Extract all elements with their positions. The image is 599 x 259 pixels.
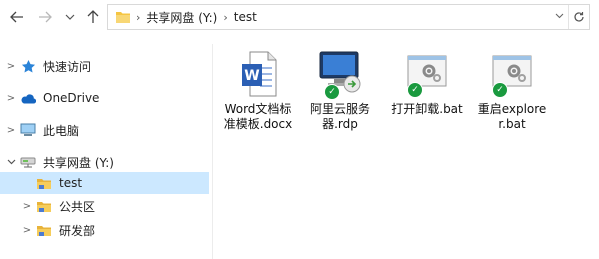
refresh-button[interactable]	[568, 5, 589, 29]
nav-item-onedrive[interactable]: > OneDrive	[3, 87, 100, 109]
nav-item-label: test	[59, 176, 83, 190]
chevron-right-icon[interactable]: >	[3, 61, 19, 72]
refresh-icon	[574, 12, 584, 22]
remote-desktop-icon: ✓	[312, 50, 368, 100]
folder-icon	[35, 222, 53, 238]
nav-item-label: 快速访问	[43, 59, 92, 74]
pane-divider[interactable]	[212, 44, 213, 259]
word-document-icon: W	[230, 50, 286, 98]
nav-item-label: 共享网盘 (Y:)	[43, 155, 114, 170]
nav-item-shared-drive[interactable]: 共享网盘 (Y:)	[3, 151, 114, 173]
nav-item-label: OneDrive	[43, 91, 100, 105]
chevron-right-icon[interactable]: >	[3, 125, 19, 136]
network-drive-icon	[19, 154, 37, 170]
back-button[interactable]	[9, 9, 25, 25]
file-item-rdp[interactable]: ✓ 阿里云服务器.rdp	[304, 50, 376, 132]
nav-item-label: 公共区	[59, 199, 96, 214]
chevron-down-icon[interactable]	[3, 157, 19, 168]
file-name: 阿里云服务器.rdp	[309, 102, 370, 131]
file-item-bat-uninstall[interactable]: ✓ 打开卸载.bat	[391, 50, 463, 117]
svg-text:W: W	[244, 68, 259, 84]
address-box[interactable]: › 共享网盘 (Y:) › test	[107, 4, 590, 30]
nav-item-this-pc[interactable]: > 此电脑	[3, 119, 79, 141]
nav-item-public-area[interactable]: > 公共区	[19, 195, 95, 217]
address-history-dropdown[interactable]	[550, 12, 568, 22]
folder-icon	[35, 198, 53, 214]
chevron-down-icon	[555, 13, 563, 19]
file-name: 重启explorer.bat	[477, 102, 547, 131]
up-button[interactable]	[85, 9, 101, 25]
address-actions	[550, 5, 589, 29]
recent-locations-button[interactable]	[62, 9, 78, 25]
file-item-bat-restart-explorer[interactable]: ✓ 重启explorer.bat	[476, 50, 548, 132]
breadcrumb-folder[interactable]: test	[234, 10, 257, 24]
file-name: Word文档标准模板.docx	[223, 102, 293, 131]
nav-item-label: 此电脑	[43, 123, 80, 138]
arrow-left-icon	[10, 11, 23, 23]
batch-file-icon: ✓	[399, 50, 455, 98]
arrow-up-icon	[87, 10, 99, 23]
sync-check-icon: ✓	[407, 82, 423, 98]
chevron-right-icon[interactable]: >	[19, 225, 35, 236]
chevron-right-icon[interactable]: >	[3, 93, 19, 104]
sync-check-icon: ✓	[492, 82, 508, 98]
breadcrumb-drive[interactable]: 共享网盘 (Y:)	[146, 9, 217, 26]
nav-item-label: 研发部	[59, 223, 96, 238]
nav-item-test[interactable]: test	[0, 172, 209, 194]
arrow-right-icon	[39, 11, 52, 23]
nav-item-quick-access[interactable]: > 快速访问	[3, 55, 91, 77]
star-icon	[19, 58, 37, 74]
chevron-down-icon	[65, 14, 75, 20]
cloud-icon	[19, 90, 37, 106]
folder-icon	[116, 12, 130, 23]
folder-icon	[35, 175, 53, 191]
file-name: 打开卸载.bat	[391, 102, 463, 116]
breadcrumb-separator-icon: ›	[136, 10, 141, 24]
computer-icon	[19, 122, 37, 138]
file-item-word-template[interactable]: W Word文档标准模板.docx	[222, 50, 294, 132]
breadcrumb-separator-icon: ›	[223, 10, 228, 24]
nav-item-rd-dept[interactable]: > 研发部	[19, 219, 95, 241]
batch-file-icon: ✓	[484, 50, 540, 98]
breadcrumb: › 共享网盘 (Y:) › test	[116, 5, 257, 29]
chevron-right-icon[interactable]: >	[19, 201, 35, 212]
sync-check-icon: ✓	[324, 84, 340, 100]
forward-button[interactable]	[37, 9, 53, 25]
navigation-pane: > 快速访问 > OneDrive > 此电脑 共享网盘 (Y:) test >…	[0, 44, 211, 259]
address-bar-area: › 共享网盘 (Y:) › test	[0, 0, 599, 34]
